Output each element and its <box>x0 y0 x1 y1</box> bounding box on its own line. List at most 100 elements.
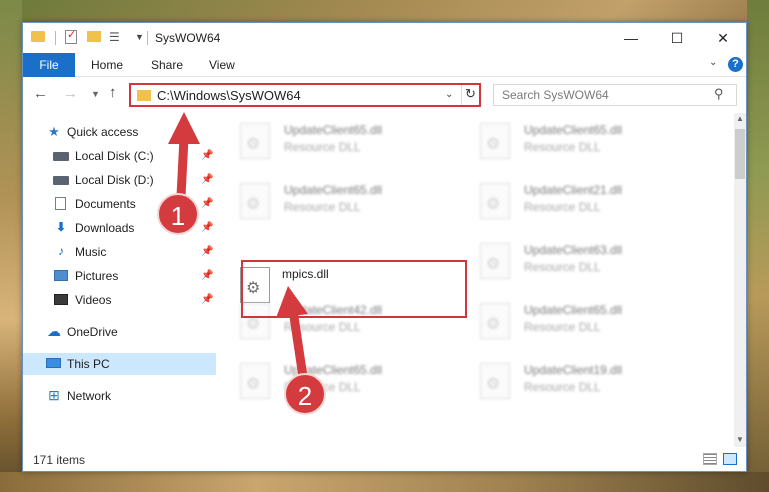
sidebar-item-pictures[interactable]: Pictures 📌 <box>23 265 216 287</box>
chevron-down-icon[interactable]: ▼ <box>135 32 144 42</box>
item-count: 171 items <box>33 453 86 467</box>
scrollbar-thumb[interactable] <box>735 129 745 179</box>
file-type: Resource DLL <box>524 380 601 394</box>
file-name: UpdateClient63.dll <box>524 243 623 257</box>
sidebar-item-onedrive[interactable]: ☁ OneDrive <box>23 321 216 343</box>
chevron-down-icon[interactable]: ⌄ <box>709 57 717 68</box>
file-name: UpdateClient65.dll <box>524 123 623 137</box>
back-arrow-icon[interactable]: ← <box>33 85 48 102</box>
explorer-window: ☰ ▼ SysWOW64 — ☐ ✕ File Home Share View … <box>22 22 747 472</box>
navigation-pane: ★ Quick access Local Disk (C:) 📌 Local D… <box>23 113 216 447</box>
scroll-down-icon[interactable]: ▼ <box>736 435 744 444</box>
dll-file-icon <box>480 243 510 279</box>
sidebar-item-label: Videos <box>75 293 112 307</box>
sidebar-item-label: This PC <box>67 357 110 371</box>
file-name: UpdateClient65.dll <box>524 303 623 317</box>
separator <box>147 31 148 45</box>
status-bar: 171 items <box>23 447 746 471</box>
details-view-icon[interactable] <box>703 453 717 465</box>
address-bar[interactable]: C:\Windows\SysWOW64 ⌄ ↻ <box>129 83 481 107</box>
sidebar-item-local-disk-c[interactable]: Local Disk (C:) 📌 <box>23 145 216 167</box>
minimize-button[interactable]: — <box>608 23 654 53</box>
pin-icon[interactable]: 📌 <box>201 150 213 161</box>
file-item[interactable]: UpdateClient19.dll Resource DLL <box>458 359 688 405</box>
sidebar-item-label: Pictures <box>75 269 119 283</box>
title-bar: ☰ ▼ SysWOW64 — ☐ ✕ <box>23 23 746 53</box>
properties-icon[interactable] <box>65 28 77 44</box>
pin-icon[interactable]: 📌 <box>201 198 213 209</box>
chevron-down-icon[interactable]: ⌄ <box>445 89 453 100</box>
search-icon[interactable]: ⚲ <box>714 86 724 102</box>
dll-file-icon <box>480 183 510 219</box>
file-item[interactable]: UpdateClient65.dll Resource DLL <box>458 299 688 345</box>
star-icon: ★ <box>48 124 60 139</box>
separator <box>55 31 56 45</box>
help-icon[interactable]: ? <box>728 57 743 72</box>
file-type: Resource DLL <box>524 320 601 334</box>
file-item[interactable]: UpdateClient65.dll Resource DLL <box>218 179 448 225</box>
scroll-up-icon[interactable]: ▲ <box>736 114 744 123</box>
documents-icon <box>55 197 66 210</box>
disk-icon <box>53 176 69 185</box>
sidebar-item-quick-access[interactable]: ★ Quick access <box>23 121 216 143</box>
dll-file-icon <box>240 183 270 219</box>
pin-icon[interactable]: 📌 <box>201 270 213 281</box>
vertical-scrollbar[interactable]: ▲ ▼ <box>734 113 746 447</box>
maximize-button[interactable]: ☐ <box>654 23 700 53</box>
tab-home[interactable]: Home <box>91 53 123 77</box>
sidebar-item-label: OneDrive <box>67 325 118 339</box>
pin-icon[interactable]: 📌 <box>201 294 213 305</box>
sidebar-item-videos[interactable]: Videos 📌 <box>23 289 216 311</box>
forward-arrow-icon[interactable]: → <box>63 85 78 102</box>
sidebar-item-this-pc[interactable]: This PC <box>23 353 216 375</box>
dll-file-icon <box>240 123 270 159</box>
file-item[interactable]: UpdateClient63.dll Resource DLL <box>458 239 688 285</box>
dll-file-icon <box>480 363 510 399</box>
tab-share[interactable]: Share <box>151 53 183 77</box>
refresh-icon[interactable]: ↻ <box>465 86 476 102</box>
tab-view[interactable]: View <box>209 53 235 77</box>
separator <box>461 85 462 105</box>
tab-file[interactable]: File <box>23 53 75 77</box>
sidebar-item-music[interactable]: ♪ Music 📌 <box>23 241 216 263</box>
file-type: Resource DLL <box>524 200 601 214</box>
ribbon-tabs: File Home Share View ⌄ ? <box>23 53 746 77</box>
new-folder-icon[interactable] <box>87 31 101 42</box>
onedrive-icon: ☁ <box>47 323 61 339</box>
sidebar-item-label: Quick access <box>67 125 139 139</box>
desktop-background-bottom <box>0 472 769 492</box>
file-item[interactable]: UpdateClient65.dll Resource DLL <box>218 119 448 165</box>
address-path[interactable]: C:\Windows\SysWOW64 <box>157 88 301 103</box>
large-icons-view-icon[interactable] <box>723 453 737 465</box>
customize-toolbar-icon[interactable]: ☰ <box>109 30 120 44</box>
sidebar-item-network[interactable]: ⊞ Network <box>23 385 216 407</box>
file-name: UpdateClient19.dll <box>524 363 623 377</box>
file-type: Resource DLL <box>524 260 601 274</box>
videos-icon <box>54 294 68 305</box>
navigation-bar: ← → ▼ ↑ C:\Windows\SysWOW64 ⌄ ↻ Search S… <box>23 77 746 113</box>
sidebar-item-label: Downloads <box>75 221 135 235</box>
folder-icon <box>137 90 151 101</box>
recent-locations-icon[interactable]: ▼ <box>91 89 100 99</box>
file-name: UpdateClient65.dll <box>284 183 383 197</box>
file-item[interactable]: UpdateClient65.dll Resource DLL <box>218 359 448 405</box>
sidebar-item-local-disk-d[interactable]: Local Disk (D:) 📌 <box>23 169 216 191</box>
up-arrow-icon[interactable]: ↑ <box>109 84 117 101</box>
close-button[interactable]: ✕ <box>700 23 746 53</box>
pc-icon <box>46 358 61 368</box>
search-input[interactable]: Search SysWOW64 ⚲ <box>493 84 737 106</box>
file-item[interactable]: UpdateClient21.dll Resource DLL <box>458 179 688 225</box>
file-item[interactable]: UpdateClient65.dll Resource DLL <box>458 119 688 165</box>
highlight-box <box>241 260 467 318</box>
pin-icon[interactable]: 📌 <box>201 246 213 257</box>
folder-icon <box>31 31 45 42</box>
desktop-background-left <box>0 0 22 492</box>
network-icon: ⊞ <box>48 387 60 403</box>
file-name: UpdateClient21.dll <box>524 183 623 197</box>
pin-icon[interactable]: 📌 <box>201 222 213 233</box>
file-type: Resource DLL <box>284 140 361 154</box>
step-badge-2: 2 <box>284 373 326 415</box>
file-type: Resource DLL <box>524 140 601 154</box>
pin-icon[interactable]: 📌 <box>201 174 213 185</box>
file-type: Resource DLL <box>284 320 361 334</box>
